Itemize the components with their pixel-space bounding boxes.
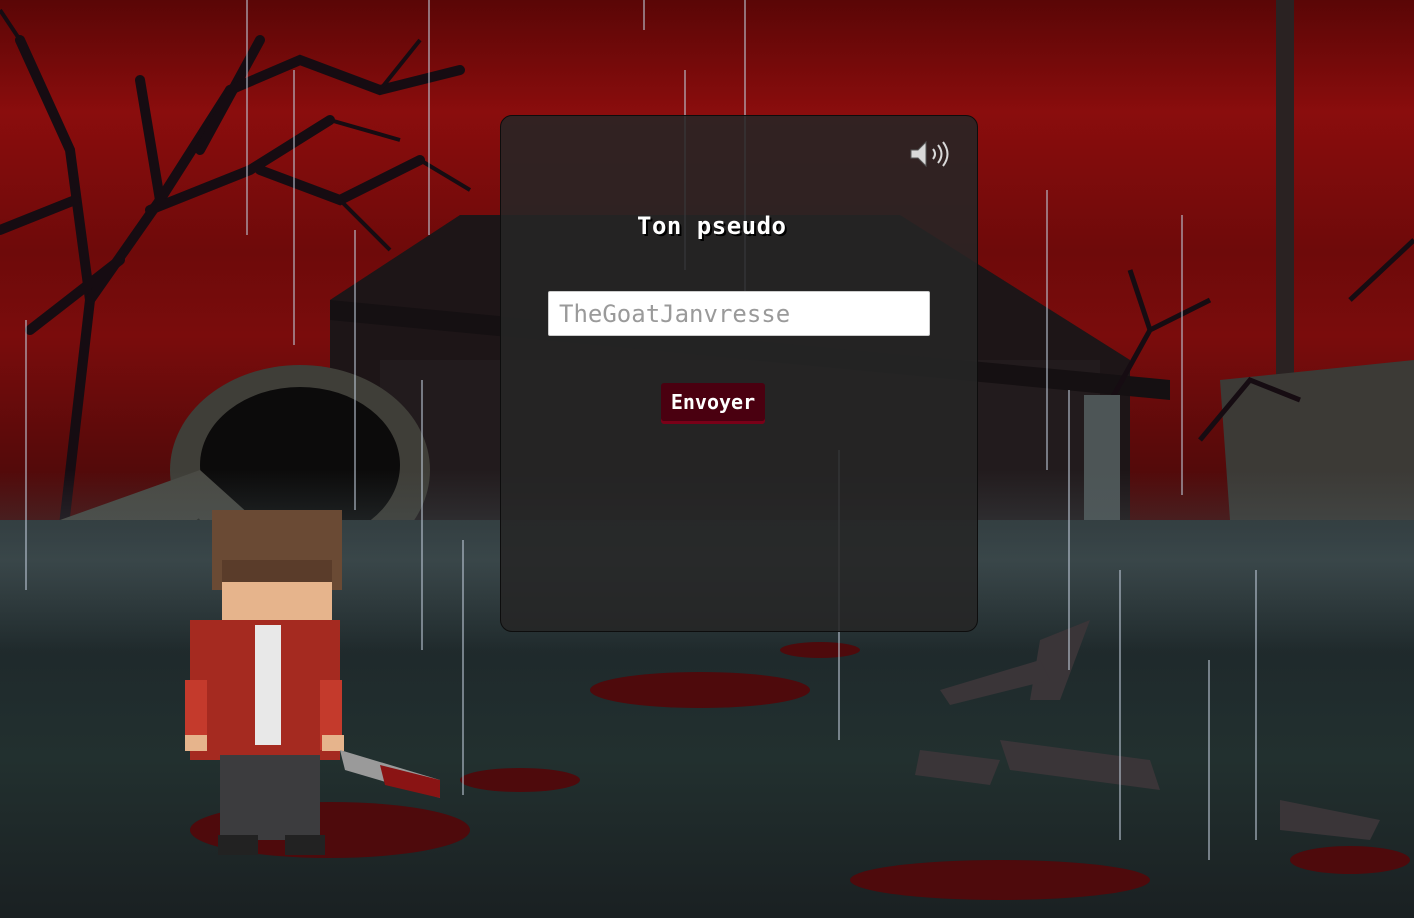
rain-streak [354, 230, 356, 510]
rain-streak [428, 0, 430, 235]
pseudo-dialog: Ton pseudo Envoyer [500, 115, 978, 632]
form-title: Ton pseudo [637, 212, 787, 240]
rain-streak [1046, 190, 1048, 470]
rain-streak [1255, 570, 1257, 840]
player-character [185, 510, 440, 855]
rain-streak [246, 0, 248, 235]
rain-streak [1068, 390, 1070, 670]
rain-streak [643, 0, 645, 30]
submit-button[interactable]: Envoyer [661, 383, 765, 421]
rain-streak [1119, 570, 1121, 840]
rain-streak [1181, 215, 1183, 495]
pseudo-input[interactable] [548, 291, 930, 336]
rain-streak [462, 540, 464, 795]
rain-streak [1208, 660, 1210, 860]
rain-streak [421, 380, 423, 650]
speaker-volume-icon[interactable] [907, 138, 955, 170]
rain-streak [25, 320, 27, 590]
rain-streak [293, 70, 295, 345]
